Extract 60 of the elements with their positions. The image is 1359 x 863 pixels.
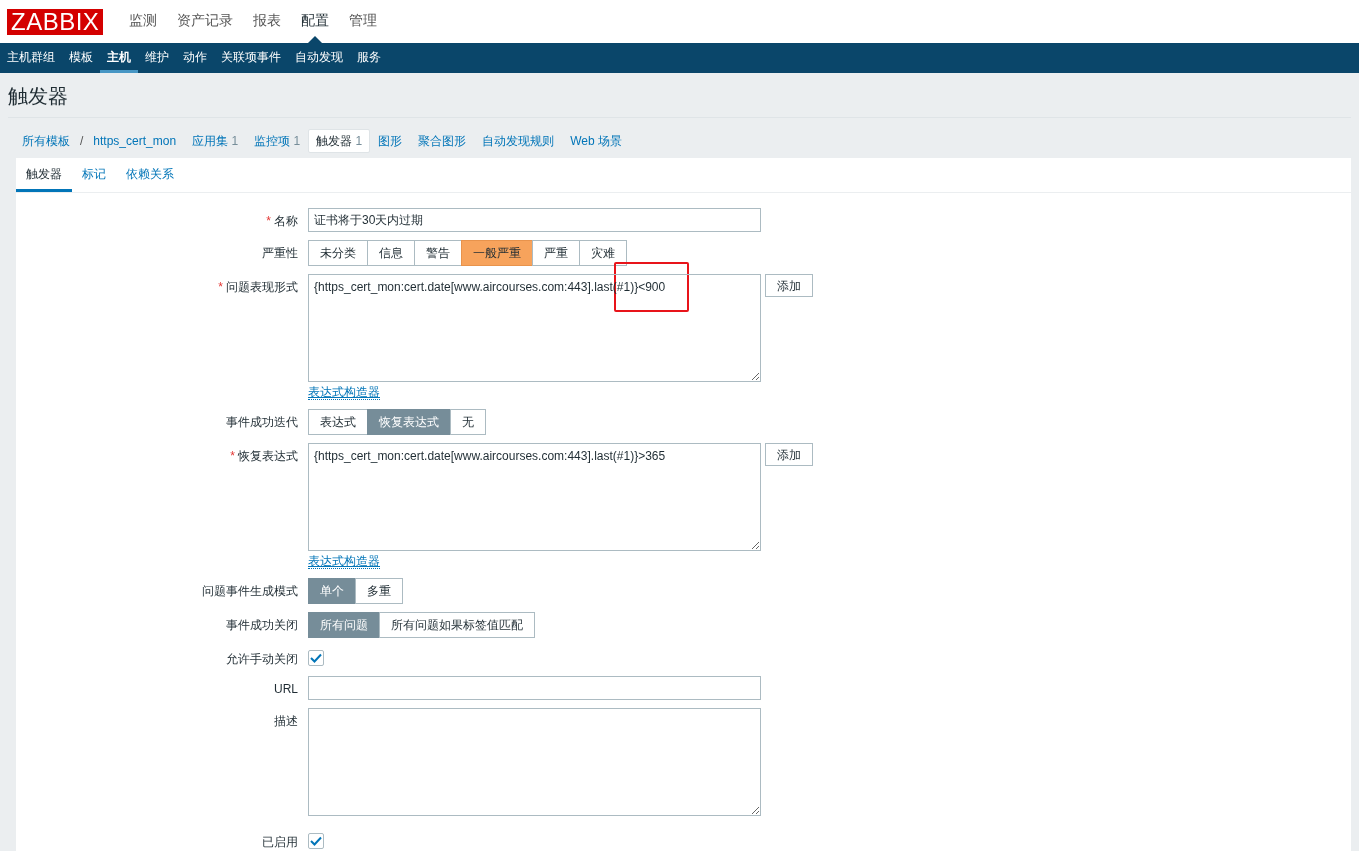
text-input[interactable] [308, 676, 761, 700]
text-input[interactable]: 证书将于30天内过期 [308, 208, 761, 232]
field-label: 事件成功关闭 [226, 618, 298, 632]
field-label: 允许手动关闭 [226, 652, 298, 666]
tab[interactable]: 触发器 [16, 158, 72, 192]
segment-option[interactable]: 多重 [355, 578, 403, 604]
logo: ZABBIX [7, 8, 104, 35]
breadcrumb-link[interactable]: 应用集 1 [184, 129, 247, 153]
nav-menu-item[interactable]: 配置 [291, 0, 340, 43]
expression-textarea[interactable]: {https_cert_mon:cert.date[www.aircourses.com:443].last(#1)}>365 [308, 443, 761, 551]
breadcrumb-link[interactable]: 所有模板 [14, 129, 78, 153]
field-label: 描述 [274, 714, 298, 728]
subnav-item[interactable]: 主机群组 [0, 43, 62, 73]
nav-menu-item[interactable]: 报表 [243, 0, 292, 43]
add-button[interactable]: 添加 [765, 274, 813, 297]
checkbox[interactable] [308, 650, 324, 666]
required-mark: * [230, 449, 235, 463]
breadcrumb-link[interactable]: 聚合图形 [410, 129, 475, 153]
subnav-item[interactable]: 关联项事件 [214, 43, 288, 73]
field-label: 恢复表达式 [238, 449, 298, 463]
field-label: 名称 [274, 214, 298, 228]
field-label: 问题事件生成模式 [202, 584, 298, 598]
field-label: 已启用 [262, 835, 298, 849]
segment-option[interactable]: 警告 [414, 240, 462, 266]
segment-option[interactable]: 无 [450, 409, 486, 435]
breadcrumb-link[interactable]: https_cert_mon [85, 129, 185, 153]
breadcrumb-link[interactable]: 触发器 1 [308, 129, 371, 153]
add-button[interactable]: 添加 [765, 443, 813, 466]
expression-builder-link[interactable]: 表达式构造器 [308, 554, 380, 569]
segment-option[interactable]: 严重 [532, 240, 580, 266]
subnav-item[interactable]: 维护 [138, 43, 176, 73]
nav-menu-item[interactable]: 管理 [339, 0, 388, 43]
breadcrumb-link[interactable]: 监控项 1 [246, 129, 309, 153]
tab[interactable]: 标记 [72, 158, 116, 192]
segment-option[interactable]: 所有问题如果标签值匹配 [379, 612, 535, 638]
field-label: 问题表现形式 [226, 280, 298, 294]
nav-menu-item[interactable]: 监测 [119, 0, 168, 43]
field-label: URL [274, 682, 298, 696]
segment-option[interactable]: 灾难 [579, 240, 627, 266]
subnav-item[interactable]: 模板 [62, 43, 100, 73]
nav-menu-item[interactable]: 资产记录 [167, 0, 244, 43]
tab[interactable]: 依赖关系 [116, 158, 184, 192]
breadcrumb-link[interactable]: Web 场景 [562, 129, 630, 153]
subnav-item[interactable]: 自动发现 [288, 43, 350, 73]
field-label: 严重性 [262, 246, 298, 260]
breadcrumb-separator: / [79, 133, 85, 150]
segment-option[interactable]: 信息 [367, 240, 415, 266]
segment-option[interactable]: 一般严重 [461, 240, 533, 266]
breadcrumb-link[interactable]: 自动发现规则 [474, 129, 563, 153]
subnav-item[interactable]: 动作 [176, 43, 214, 73]
segment-option[interactable]: 表达式 [308, 409, 368, 435]
checkbox[interactable] [308, 833, 324, 849]
subnav-item[interactable]: 服务 [350, 43, 388, 73]
required-mark: * [218, 280, 223, 294]
segment-option[interactable]: 未分类 [308, 240, 368, 266]
breadcrumb-link[interactable]: 图形 [370, 129, 411, 153]
expression-builder-link[interactable]: 表达式构造器 [308, 385, 380, 400]
field-label: 事件成功迭代 [226, 415, 298, 429]
page-title: 触发器 [8, 81, 1351, 118]
required-mark: * [266, 214, 271, 228]
